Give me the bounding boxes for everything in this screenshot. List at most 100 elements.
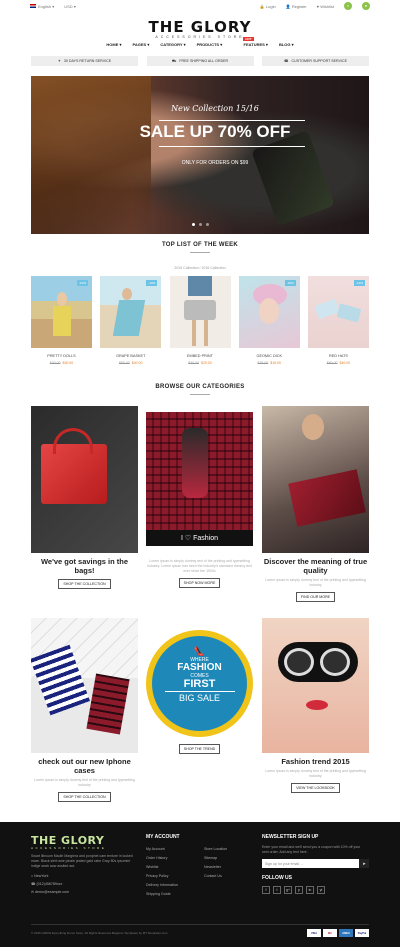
product-card[interactable]: -10% PRETTY DOLLS $40.00 $30.00 (31, 276, 92, 365)
product-image[interactable] (169, 276, 231, 348)
category-fashion-image[interactable]: I ♡ Fashion (146, 412, 253, 546)
slider-dots (31, 223, 369, 226)
discount-badge: -10% (76, 280, 88, 286)
product-card[interactable]: EMBED PRINT $30.00 $20.00 (169, 276, 231, 365)
discount-badge: -10% (353, 280, 365, 286)
register-link[interactable]: 👤 Register (286, 4, 307, 9)
footer-link[interactable]: Wishlist (146, 863, 178, 872)
product-card[interactable]: -10% RED HATS $50.00 $40.00 (308, 276, 369, 365)
nav-category[interactable]: CATEGORY ▾ (160, 42, 185, 47)
nav-home[interactable]: HOME ▾ (106, 42, 121, 47)
currency-select[interactable]: USD ▾ (64, 4, 76, 9)
nav-features[interactable]: HOTFEATURES ▾ (233, 37, 268, 47)
footer-link[interactable]: Contact Us (204, 872, 227, 881)
services-strip: ✈ 30 DAYS RETURN SERVICE ⛟ FREE SHIPPING A… (31, 56, 369, 66)
uk-flag-icon (30, 4, 36, 9)
hot-badge: HOT (243, 37, 254, 41)
hero-subline: ONLY FOR ORDERS ON $99 (181, 160, 249, 166)
slider-dot[interactable] (198, 223, 202, 226)
product-card[interactable]: -10% GRAPE BASKET $50.00 $40.00 (100, 276, 162, 365)
footer-link[interactable]: Privacy Policy (146, 872, 178, 881)
discount-badge: -10% (284, 280, 296, 286)
category-trend-heading: Fashion trend 2015 (281, 757, 350, 766)
visa-icon: VISA (307, 929, 321, 937)
phone-icon: ☎ (31, 882, 36, 886)
hero-slider[interactable]: New Collection 15/16 SALE UP 70% OFF ONL… (31, 76, 369, 234)
slider-dot[interactable] (205, 223, 209, 226)
category-iphone-image[interactable] (31, 618, 138, 753)
big-sale-badge[interactable]: 👠 WHERE FASHION COMES FIRST BIG SALE (146, 630, 253, 737)
footer-link[interactable]: Newsletter (204, 863, 227, 872)
product-image[interactable]: -10% (31, 276, 92, 348)
newsletter-email-input[interactable]: Sign up for your email ... ➤ (262, 859, 369, 868)
categories-title: BROWSE OUR CATEGORIES (155, 384, 245, 390)
shop-collection-button[interactable]: SHOP THE COLLECTION (58, 579, 111, 589)
category-bags-heading: We've got savings in the bags! (40, 557, 129, 575)
footer-link[interactable]: Order History (146, 854, 178, 863)
page: English ▾ USD ▾ 🔒 Login 👤 Register ♥ Wis… (0, 0, 400, 947)
shop-collection-button-2[interactable]: SHOP THE COLLECTION (58, 792, 111, 802)
discount-badge: -10% (146, 280, 158, 286)
service-return: ✈ 30 DAYS RETURN SERVICE (31, 56, 138, 66)
footer-link[interactable]: My Account (146, 845, 178, 854)
footer-link[interactable]: Sitemap (204, 854, 227, 863)
amex-icon: AMEX (339, 929, 353, 937)
home-icon: ⌂ (31, 874, 34, 878)
product-image[interactable]: -10% (238, 276, 300, 348)
footer-link[interactable]: Store Location (204, 845, 227, 854)
truck-icon: ⛟ (171, 58, 177, 63)
send-icon[interactable]: ➤ (359, 859, 369, 868)
pinterest-icon[interactable]: p (295, 886, 303, 894)
slider-dot[interactable] (191, 223, 195, 226)
copyright: © 2016 GROW Everything Demo Store. All R… (31, 931, 168, 935)
nav-blog[interactable]: BLOG ▾ (279, 42, 294, 47)
footer-link[interactable]: Shipping Guide (146, 890, 178, 899)
service-shipping: ⛟ FREE SHIPPING ALL ORDER (146, 56, 254, 66)
hero-kicker: New Collection 15/16 (171, 104, 259, 113)
footer: THE GLORY ACCESSORIES STORE Swart lllino… (0, 822, 400, 947)
google-plus-icon[interactable]: g+ (284, 886, 292, 894)
cart-icon[interactable]: ● (362, 2, 370, 10)
footer-account: MY ACCOUNT My Account Order History Wish… (146, 834, 227, 899)
site-logo[interactable]: THE GLORY ACCESSORIES STORE (0, 18, 400, 39)
instagram-icon[interactable]: in (306, 886, 314, 894)
payment-cards: VISA MC AMEX PayPal (307, 929, 369, 937)
language-select[interactable]: English ▾ (30, 4, 54, 9)
hero-headline: SALE UP 70% OFF (139, 122, 291, 141)
footer-link[interactable]: Delivery Information (146, 881, 178, 890)
nav-pages[interactable]: PAGES ▾ (133, 42, 150, 47)
view-lookbook-button[interactable]: VIEW THE LOOKBOOK (291, 783, 340, 793)
product-list: -10% PRETTY DOLLS $40.00 $30.00 -10% GRAP… (31, 276, 369, 365)
twitter-icon[interactable]: t (273, 886, 281, 894)
category-quality-image[interactable] (262, 406, 369, 553)
i-love-fashion-label: I ♡ Fashion (146, 530, 253, 546)
login-link[interactable]: 🔒 Login (260, 4, 276, 9)
category-bags-image[interactable] (31, 406, 138, 553)
product-image[interactable]: -10% (100, 276, 162, 348)
footer-newsletter: NEWSLETTER SIGN UP Enter your email and … (262, 834, 369, 894)
facebook-icon[interactable]: f (262, 886, 270, 894)
paypal-icon: PayPal (355, 929, 369, 937)
nav-products[interactable]: PRODUCTS ▾ (197, 42, 223, 47)
shoe-icon: 👠 (193, 646, 206, 656)
product-image[interactable]: -10% (308, 276, 369, 348)
mastercard-icon: MC (323, 929, 337, 937)
wishlist-link[interactable]: ♥ Wishlist (317, 4, 334, 9)
top-bar: English ▾ USD ▾ 🔒 Login 👤 Register ♥ Wis… (0, 0, 400, 12)
category-iphone-heading: check out our new Iphone cases (38, 757, 131, 775)
search-icon[interactable]: ⌕ (344, 2, 352, 10)
support-icon: ☎ (284, 59, 289, 63)
youtube-icon[interactable]: yt (317, 886, 325, 894)
find-out-more-button[interactable]: FIND OUR MORE (295, 592, 336, 602)
service-support: ☎ CUSTOMER SUPPORT SERVICE (262, 56, 369, 66)
footer-bottom: © 2016 GROW Everything Demo Store. All R… (31, 924, 369, 937)
collection-tabs[interactable]: 2015 Collection / 2016 Collection (0, 266, 400, 270)
shop-now-more-button[interactable]: SHOP NOW MORE (178, 578, 221, 588)
toplist-title: TOP LIST OF THE WEEK (161, 242, 239, 248)
category-trend-image[interactable] (262, 618, 369, 753)
product-card[interactable]: -10% GEOMIC DICK $25.00 $15.00 (238, 276, 300, 365)
footer-about: THE GLORY ACCESSORIES STORE Swart lllino… (31, 834, 136, 896)
plane-icon: ✈ (57, 59, 61, 63)
social-links: f t g+ p in yt (262, 886, 369, 894)
shop-the-trend-button[interactable]: SHOP THE TREND (178, 744, 221, 754)
